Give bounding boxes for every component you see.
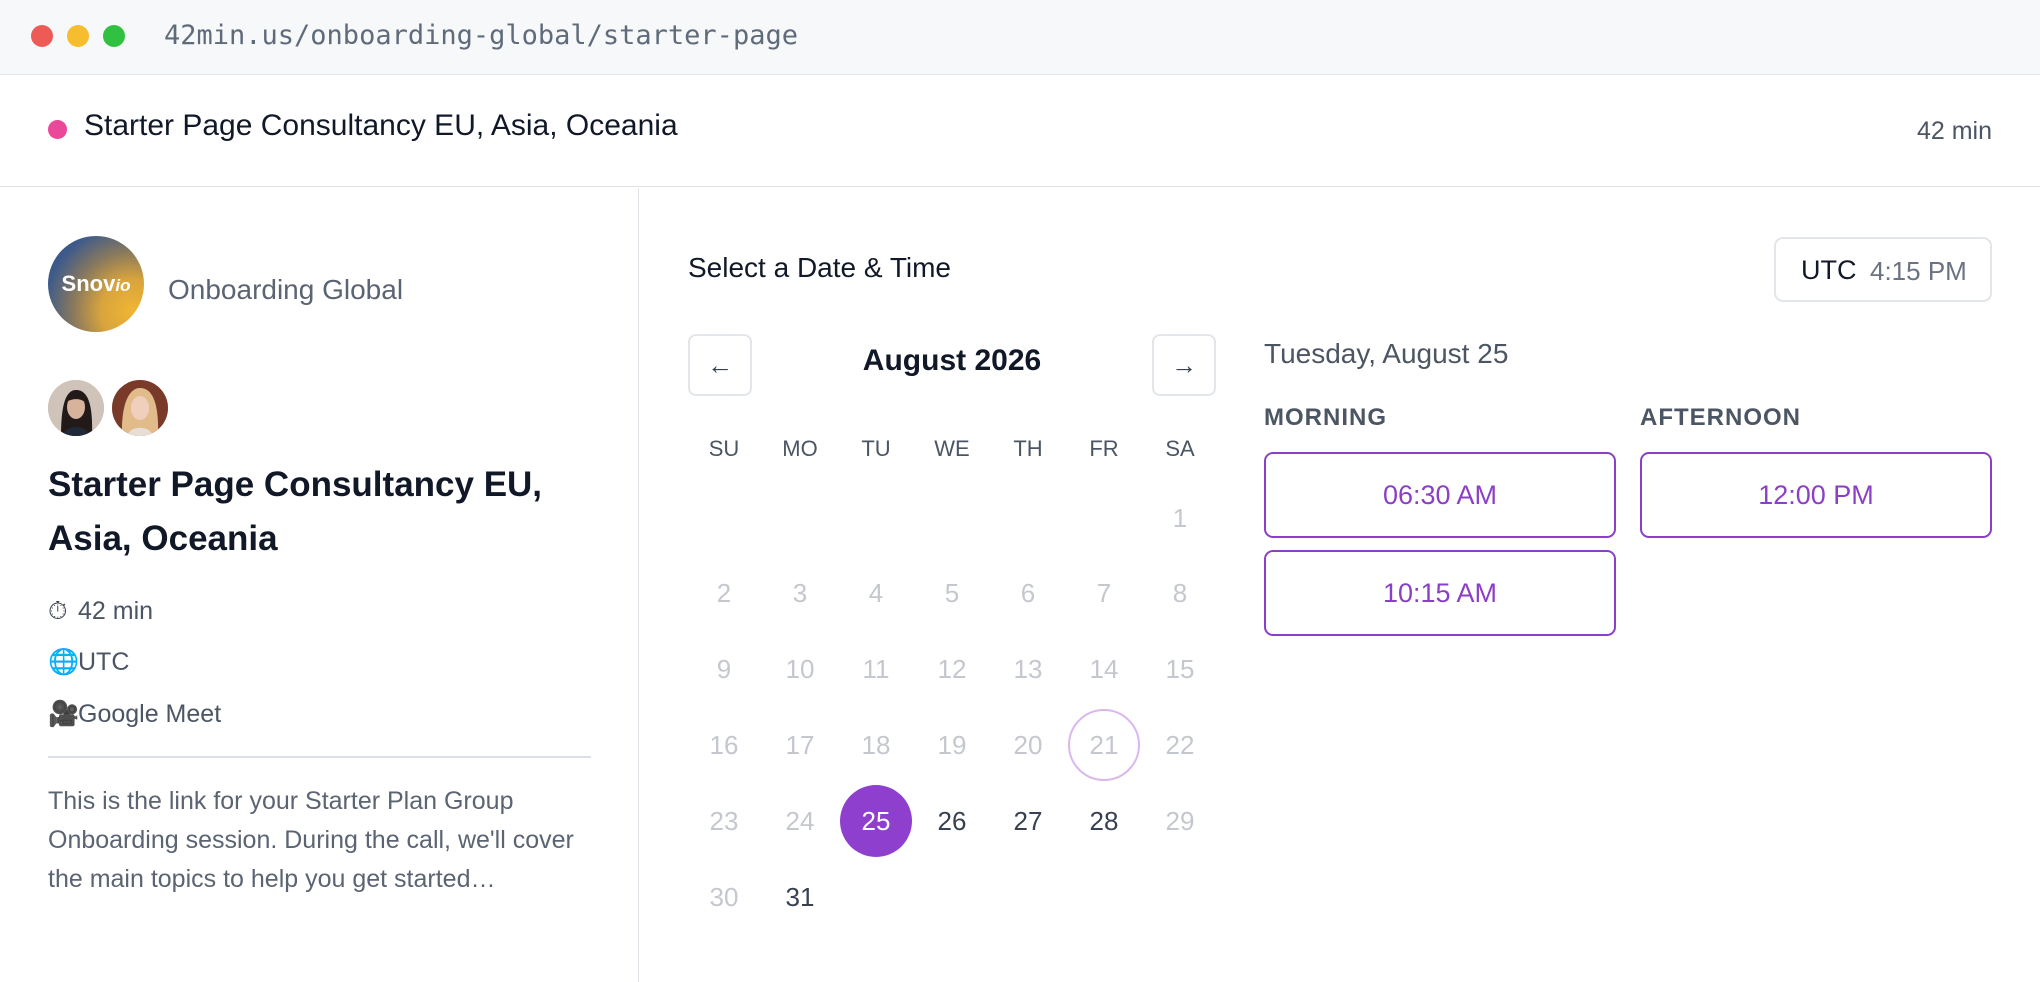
afternoon-label: AFTERNOON [1640, 404, 1801, 431]
duration-row: ⏱ 42 min [48, 594, 153, 628]
weekday-header: TH [1013, 436, 1043, 461]
video-camera-icon: 🎥 [48, 700, 80, 728]
weekday-header: FR [1089, 436, 1119, 461]
event-title: Starter Page Consultancy EU, Asia, Ocean… [48, 465, 543, 558]
calendar-day: 4 [868, 578, 884, 608]
time-slot-button[interactable]: 10:15 AM [1264, 550, 1616, 636]
close-window-button[interactable] [31, 25, 53, 47]
organization-logo: Snovio [48, 236, 144, 332]
calendar-day: 22 [1165, 730, 1195, 760]
calendar-day: 8 [1172, 578, 1188, 608]
weekday-header: SA [1165, 436, 1195, 461]
weekday-header: MO [782, 436, 818, 461]
calendar-day: 14 [1089, 654, 1119, 684]
calendar-day: 16 [709, 730, 739, 760]
calendar-day: 12 [937, 654, 967, 684]
event-header-duration: 42 min [1916, 117, 1992, 145]
calendar-day-available[interactable]: 26 [916, 785, 988, 857]
time-slot-button[interactable]: 06:30 AM [1264, 452, 1616, 538]
event-color-dot [48, 120, 67, 139]
calendar-day: 9 [716, 654, 732, 684]
calendar-day: 13 [1013, 654, 1043, 684]
calendar-day: 7 [1096, 578, 1112, 608]
timezone-text: UTC [78, 648, 130, 676]
calendar-day: 30 [709, 882, 739, 912]
stopwatch-icon: ⏱ [48, 597, 68, 625]
maximize-window-button[interactable] [103, 25, 125, 47]
month-title: August 2026 [862, 344, 1042, 377]
weekday-header: WE [934, 436, 970, 461]
morning-label: MORNING [1264, 404, 1387, 431]
calendar-day-available[interactable]: 27 [992, 785, 1064, 857]
host-avatar-1 [48, 380, 104, 436]
next-month-button[interactable]: → [1152, 334, 1216, 396]
calendar-day: 18 [861, 730, 891, 760]
event-description: This is the link for your Starter Plan G… [48, 787, 574, 893]
previous-month-button[interactable]: ← [688, 334, 752, 396]
globe-icon: 🌐 [48, 648, 80, 676]
event-header: Starter Page Consultancy EU, Asia, Ocean… [0, 75, 2040, 187]
calendar-day: 6 [1020, 578, 1036, 608]
calendar-day: 2 [716, 578, 732, 608]
minimize-window-button[interactable] [67, 25, 89, 47]
location-text: Google Meet [78, 700, 222, 728]
calendar-day-available[interactable]: 28 [1068, 785, 1140, 857]
calendar-day: 29 [1165, 806, 1195, 836]
timezone-selector-label: UTC [1801, 255, 1857, 285]
calendar-day: 1 [1172, 503, 1188, 533]
details-divider [48, 756, 591, 758]
calendar-day: 24 [785, 806, 815, 836]
timezone-current-time: 4:15 PM [1870, 256, 1967, 286]
calendar-day: 19 [937, 730, 967, 760]
duration-text: 42 min [78, 597, 154, 625]
calendar-day: 11 [862, 654, 890, 684]
browser-chrome: 42min.us/onboarding-global/starter-page [0, 0, 2040, 75]
location-row: 🎥Google Meet [48, 697, 221, 731]
timezone-row: 🌐UTC [48, 645, 129, 679]
weekday-header: TU [861, 436, 891, 461]
select-date-heading: Select a Date & Time [688, 252, 952, 283]
calendar-day: 17 [785, 730, 815, 760]
timezone-selector[interactable]: UTC 4:15 PM [1774, 237, 1992, 302]
host-avatar-2 [112, 380, 168, 436]
calendar-day: 10 [785, 654, 815, 684]
calendar-day: 5 [944, 578, 960, 608]
selected-date-label: Tuesday, August 25 [1264, 338, 1509, 369]
calendar-day: 20 [1013, 730, 1043, 760]
weekday-header: SU [708, 436, 740, 461]
calendar-day: 15 [1165, 654, 1195, 684]
time-slot-button[interactable]: 12:00 PM [1640, 452, 1992, 538]
organization-name: Onboarding Global [168, 274, 404, 305]
event-header-title: Starter Page Consultancy EU, Asia, Ocean… [84, 109, 678, 142]
address-bar[interactable]: 42min.us/onboarding-global/starter-page [164, 18, 798, 54]
calendar-day: 23 [709, 806, 739, 836]
event-details-panel: Snovio Onboarding Global Starter Page Co… [0, 188, 639, 982]
calendar-day-available[interactable]: 31 [764, 861, 836, 933]
calendar-day: 3 [792, 578, 808, 608]
calendar-day-selected[interactable]: 25 [840, 785, 912, 857]
calendar-day-today: 21 [1068, 709, 1140, 781]
